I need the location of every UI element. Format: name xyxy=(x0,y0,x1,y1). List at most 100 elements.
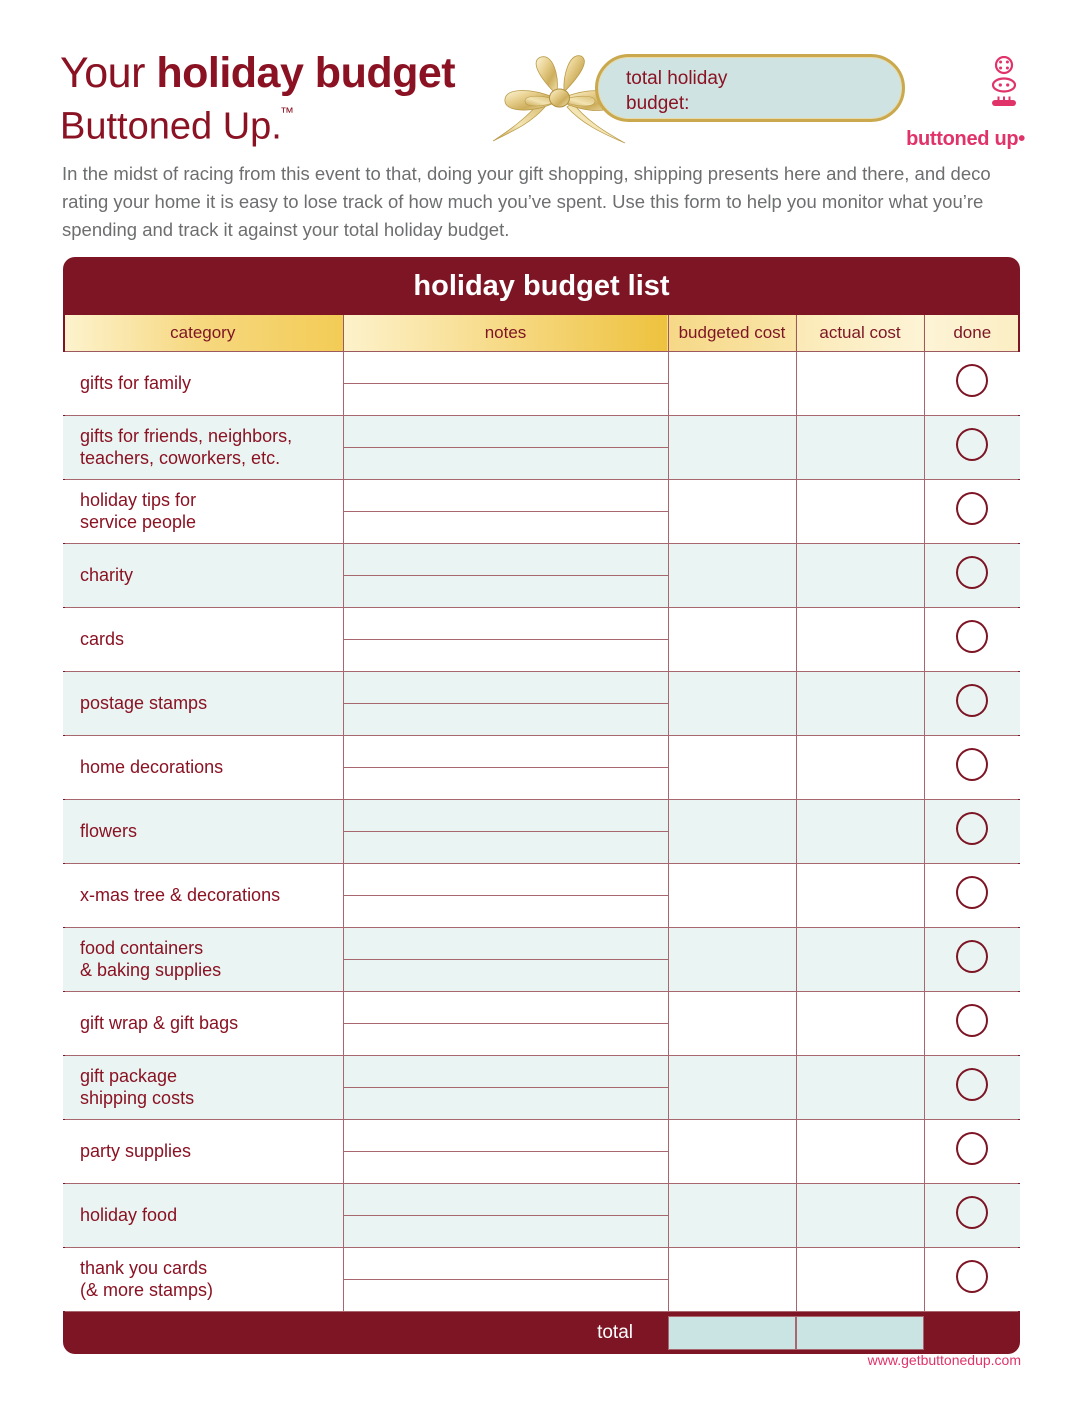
row-done-checkbox[interactable] xyxy=(924,1055,1020,1120)
row-done-checkbox[interactable] xyxy=(924,799,1020,864)
row-budgeted-cost-input[interactable] xyxy=(668,991,797,1056)
row-done-checkbox[interactable] xyxy=(924,351,1020,416)
table-title: holiday budget list xyxy=(63,257,1020,315)
row-budgeted-cost-input[interactable] xyxy=(668,351,797,416)
row-done-checkbox[interactable] xyxy=(924,735,1020,800)
total-budget-label: total holiday budget: xyxy=(626,68,728,114)
row-notes-input[interactable] xyxy=(343,415,669,480)
row-budgeted-cost-input[interactable] xyxy=(668,735,797,800)
row-actual-cost-input[interactable] xyxy=(796,543,925,608)
row-done-checkbox[interactable] xyxy=(924,927,1020,992)
row-actual-cost-input[interactable] xyxy=(796,415,925,480)
row-actual-cost-input[interactable] xyxy=(796,991,925,1056)
row-actual-cost-input[interactable] xyxy=(796,863,925,928)
row-done-checkbox[interactable] xyxy=(924,607,1020,672)
notes-write-line xyxy=(343,639,668,640)
row-notes-input[interactable] xyxy=(343,1055,669,1120)
total-actual-input[interactable] xyxy=(796,1315,924,1350)
row-done-checkbox[interactable] xyxy=(924,991,1020,1056)
table-row: charity xyxy=(63,543,1020,608)
row-done-checkbox[interactable] xyxy=(924,415,1020,480)
circle-checkbox-icon xyxy=(956,940,989,973)
notes-write-line xyxy=(343,383,668,384)
row-budgeted-cost-input[interactable] xyxy=(668,607,797,672)
row-notes-input[interactable] xyxy=(343,671,669,736)
table-row: postage stamps xyxy=(63,671,1020,736)
row-category-label: x-mas tree & decorations xyxy=(63,863,344,928)
row-budgeted-cost-input[interactable] xyxy=(668,863,797,928)
title-block: Your holiday budget Buttoned Up.™ xyxy=(60,48,456,149)
row-done-checkbox[interactable] xyxy=(924,1247,1020,1312)
row-notes-input[interactable] xyxy=(343,479,669,544)
column-header-done: done xyxy=(924,315,1020,352)
column-header-notes: notes xyxy=(343,315,669,352)
row-budgeted-cost-input[interactable] xyxy=(668,927,797,992)
row-done-checkbox[interactable] xyxy=(924,863,1020,928)
row-budgeted-cost-input[interactable] xyxy=(668,1119,797,1184)
column-header-actual-cost: actual cost xyxy=(796,315,925,352)
notes-write-line xyxy=(343,1279,668,1280)
row-budgeted-cost-input[interactable] xyxy=(668,1183,797,1248)
row-notes-input[interactable] xyxy=(343,607,669,672)
total-budget-input[interactable]: total holiday budget: xyxy=(595,54,905,122)
circle-checkbox-icon xyxy=(956,556,989,589)
circle-checkbox-icon xyxy=(956,620,989,653)
row-category-label: gift wrap & gift bags xyxy=(63,991,344,1056)
row-notes-input[interactable] xyxy=(343,927,669,992)
total-budgeted-input[interactable] xyxy=(668,1315,796,1350)
row-notes-input[interactable] xyxy=(343,735,669,800)
notes-write-line xyxy=(343,767,668,768)
row-budgeted-cost-input[interactable] xyxy=(668,671,797,736)
row-done-checkbox[interactable] xyxy=(924,543,1020,608)
row-actual-cost-input[interactable] xyxy=(796,1119,925,1184)
row-actual-cost-input[interactable] xyxy=(796,607,925,672)
row-actual-cost-input[interactable] xyxy=(796,1247,925,1312)
row-budgeted-cost-input[interactable] xyxy=(668,799,797,864)
buttoned-up-logo: buttoned up• xyxy=(905,56,1025,151)
row-actual-cost-input[interactable] xyxy=(796,671,925,736)
row-notes-input[interactable] xyxy=(343,991,669,1056)
row-actual-cost-input[interactable] xyxy=(796,351,925,416)
row-done-checkbox[interactable] xyxy=(924,671,1020,736)
row-notes-input[interactable] xyxy=(343,799,669,864)
table-row: gifts for friends, neighbors, teachers, … xyxy=(63,415,1020,480)
row-budgeted-cost-input[interactable] xyxy=(668,1055,797,1120)
circle-checkbox-icon xyxy=(956,1068,989,1101)
table-row: party supplies xyxy=(63,1119,1020,1184)
row-budgeted-cost-input[interactable] xyxy=(668,415,797,480)
row-actual-cost-input[interactable] xyxy=(796,1055,925,1120)
footer-website-url[interactable]: www.getbuttonedup.com xyxy=(868,1352,1021,1368)
circle-checkbox-icon xyxy=(956,1196,989,1229)
row-notes-input[interactable] xyxy=(343,863,669,928)
notes-write-line xyxy=(343,959,668,960)
budget-table-container: holiday budget list category notes budge… xyxy=(63,257,1020,1354)
row-notes-input[interactable] xyxy=(343,1183,669,1248)
row-notes-input[interactable] xyxy=(343,1119,669,1184)
row-category-label: gift package shipping costs xyxy=(63,1055,344,1120)
row-actual-cost-input[interactable] xyxy=(796,735,925,800)
row-actual-cost-input[interactable] xyxy=(796,479,925,544)
row-budgeted-cost-input[interactable] xyxy=(668,479,797,544)
row-done-checkbox[interactable] xyxy=(924,1183,1020,1248)
row-budgeted-cost-input[interactable] xyxy=(668,1247,797,1312)
row-done-checkbox[interactable] xyxy=(924,479,1020,544)
row-actual-cost-input[interactable] xyxy=(796,1183,925,1248)
row-category-label: food containers & baking supplies xyxy=(63,927,344,992)
page-title: Your holiday budget xyxy=(60,48,456,98)
notes-write-line xyxy=(343,1215,668,1216)
row-notes-input[interactable] xyxy=(343,1247,669,1312)
row-done-checkbox[interactable] xyxy=(924,1119,1020,1184)
row-category-label: home decorations xyxy=(63,735,344,800)
trademark-mark: ™ xyxy=(279,104,294,120)
table-row: thank you cards (& more stamps) xyxy=(63,1247,1020,1312)
row-notes-input[interactable] xyxy=(343,351,669,416)
table-row: home decorations xyxy=(63,735,1020,800)
row-budgeted-cost-input[interactable] xyxy=(668,543,797,608)
row-notes-input[interactable] xyxy=(343,543,669,608)
row-actual-cost-input[interactable] xyxy=(796,799,925,864)
notes-write-line xyxy=(343,447,668,448)
table-row: gift package shipping costs xyxy=(63,1055,1020,1120)
row-actual-cost-input[interactable] xyxy=(796,927,925,992)
row-category-label: holiday tips for service people xyxy=(63,479,344,544)
circle-checkbox-icon xyxy=(956,684,989,717)
